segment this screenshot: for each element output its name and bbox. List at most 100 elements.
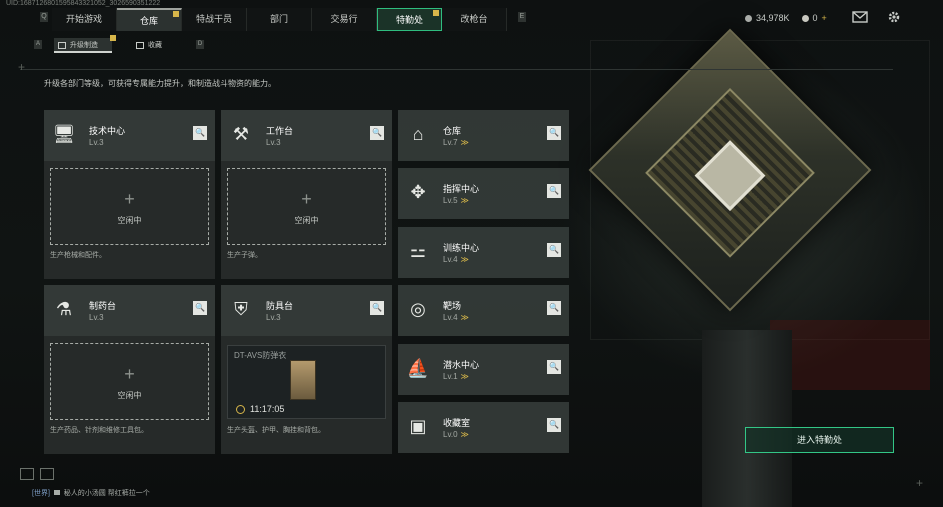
search-icon[interactable]: 🔍 [193, 301, 207, 315]
nav-tab[interactable]: 开始游戏 [52, 8, 117, 31]
facility-level-row: Lv.1 ≫ [443, 372, 469, 381]
coupon-amount: 0 [812, 13, 818, 23]
workshop-name: 技术中心 [89, 126, 126, 136]
search-icon[interactable]: 🔍 [547, 301, 561, 315]
nav-prev-key[interactable]: Q [40, 12, 48, 22]
armor-icon: ⛨ [234, 299, 248, 319]
nav-next-key[interactable]: E [518, 12, 526, 22]
workshop-header[interactable]: 🖥 技术中心 Lv.3 🔍 [44, 110, 215, 161]
warehouse-icon: ⌂ [412, 124, 424, 144]
workshop-header[interactable]: ⚒ 工作台 Lv.3 🔍 [221, 110, 392, 161]
collection-icon [136, 42, 144, 49]
nav-tab-label: 开始游戏 [65, 14, 102, 24]
timer-icon [236, 405, 245, 414]
facility-level: Lv.0 [443, 430, 458, 439]
chat-toggle-icon[interactable] [20, 468, 34, 480]
uid-text: UID:1687126801595843321052_3026590351222 [6, 0, 161, 7]
workshop-header[interactable]: ⛨ 防具台 Lv.3 🔍 [221, 285, 392, 336]
nav-tab[interactable]: 特勤处 [377, 8, 442, 31]
nav-tab-label: 特战干员 [195, 14, 232, 24]
workshop-description: 生产枪械和配件。 [50, 252, 106, 259]
facility-level: Lv.1 [443, 372, 458, 381]
facility-level-row: Lv.5 ≫ [443, 196, 469, 205]
chat-user-icon [53, 490, 60, 495]
gear-icon[interactable] [886, 10, 902, 24]
diving-goggles-icon: ⛵ [406, 358, 430, 378]
workshop-card[interactable]: 🖥 技术中心 Lv.3 🔍 + 空闲中 生产枪械和配件。 [44, 110, 215, 279]
enter-special-ops-button[interactable]: 进入特勤处 [745, 427, 894, 453]
search-icon[interactable]: 🔍 [370, 301, 384, 315]
upgrade-available-icon: ≫ [460, 138, 469, 147]
computer-icon: 🖥 [52, 124, 76, 144]
game-screen: UID:1687126801595843321052_3026590351222… [0, 0, 943, 507]
search-icon[interactable]: 🔍 [547, 126, 561, 140]
facility-card[interactable]: ◎ 靶场 Lv.4 ≫ 🔍 [398, 285, 569, 336]
upgrade-available-icon: ≫ [460, 196, 469, 205]
crafting-item-name: DT-AVS防弹衣 [234, 351, 287, 360]
mail-icon[interactable] [852, 10, 868, 24]
idle-slot[interactable]: + 空闲中 [50, 343, 209, 420]
crafting-timer: 11:17:05 [250, 404, 285, 414]
tab-upgrade-craft[interactable]: 升级制造 [54, 35, 116, 53]
facility-card[interactable]: ⚍ 训练中心 Lv.4 ≫ 🔍 [398, 227, 569, 278]
nav-tab[interactable]: 仓库 [117, 8, 182, 31]
idle-slot[interactable]: + 空闲中 [50, 168, 209, 245]
facility-card[interactable]: ⛵ 潜水中心 Lv.1 ≫ 🔍 [398, 344, 569, 395]
chat-user: 秘人的小汤圆 [63, 490, 106, 497]
workshop-card[interactable]: ⛨ 防具台 Lv.3 🔍 DT-AVS防弹衣 11:17:05 生产头盔、护甲、胸挂和背包。 [221, 285, 392, 454]
tools-icon: ⚒ [232, 124, 250, 144]
workshop-description: 生产药品、针剂和维修工具包。 [50, 427, 148, 434]
search-icon[interactable]: 🔍 [547, 418, 561, 432]
corner-mark-icon: + [916, 476, 924, 490]
search-icon[interactable]: 🔍 [370, 126, 384, 140]
nav-tab[interactable]: 部门 [247, 8, 312, 31]
workshop-header[interactable]: ⚗ 制药台 Lv.3 🔍 [44, 285, 215, 336]
tab-collection[interactable]: 收藏 [132, 38, 182, 53]
main-nav: 开始游戏 仓库 特战干员 部门 交易行 特勤处 改枪台 [52, 8, 507, 31]
subtab-prev-key[interactable]: A [34, 40, 42, 49]
facility-card[interactable]: ▣ 收藏室 Lv.0 ≫ 🔍 [398, 402, 569, 453]
idle-slot[interactable]: + 空闲中 [227, 168, 386, 245]
search-icon[interactable]: 🔍 [547, 360, 561, 374]
facility-card[interactable]: ✥ 指挥中心 Lv.5 ≫ 🔍 [398, 168, 569, 219]
subtab-next-key[interactable]: D [196, 40, 204, 49]
chat-line: [世界] 秘人的小汤圆 帮红裤拉一个 [32, 488, 150, 498]
coupon-add-button[interactable]: + [822, 13, 827, 23]
top-bar: UID:1687126801595843321052_3026590351222… [0, 0, 943, 34]
coin-icon [745, 14, 752, 22]
corner-mark-icon: + [18, 60, 26, 74]
upgrade-available-icon: ≫ [460, 255, 469, 264]
cube-core [694, 140, 766, 212]
upgrade-available-icon: ≫ [460, 430, 469, 439]
command-center-icon: ✥ [410, 182, 426, 202]
workshop-description: 生产子弹。 [227, 252, 262, 259]
facility-card[interactable]: ⌂ 仓库 Lv.7 ≫ 🔍 [398, 110, 569, 161]
facility-name: 训练中心 [443, 243, 480, 253]
workshop-name: 制药台 [89, 301, 117, 311]
facility-level-row: Lv.7 ≫ [443, 138, 469, 147]
upgrade-icon [58, 42, 66, 49]
workshop-name: 工作台 [266, 126, 294, 136]
search-icon[interactable]: 🔍 [547, 243, 561, 257]
nav-tab[interactable]: 交易行 [312, 8, 377, 31]
social-icon[interactable] [40, 468, 54, 480]
nav-tab[interactable]: 改枪台 [442, 8, 507, 31]
page-description: 升级各部门等级，可获得专属能力提升，和制造战斗物资的能力。 [44, 79, 276, 88]
workshop-level: Lv.3 [266, 313, 281, 322]
cube-grid [645, 87, 815, 258]
search-icon[interactable]: 🔍 [547, 184, 561, 198]
search-icon[interactable]: 🔍 [193, 126, 207, 140]
crafting-slot[interactable]: DT-AVS防弹衣 11:17:05 [227, 345, 386, 419]
nav-tab[interactable]: 特战干员 [182, 8, 247, 31]
plus-icon: + [124, 364, 135, 384]
facility-level: Lv.7 [443, 138, 458, 147]
notification-badge [110, 35, 116, 41]
nav-tab-label: 交易行 [330, 14, 358, 24]
idle-label: 空闲中 [117, 391, 142, 400]
upgrade-available-icon: ≫ [460, 313, 469, 322]
facility-name: 收藏室 [443, 418, 471, 428]
workshop-card[interactable]: ⚒ 工作台 Lv.3 🔍 + 空闲中 生产子弹。 [221, 110, 392, 279]
workshop-name: 防具台 [266, 301, 294, 311]
workshop-card[interactable]: ⚗ 制药台 Lv.3 🔍 + 空闲中生产药品、针剂和维修工具包。 [44, 285, 215, 454]
notification-badge [173, 11, 179, 17]
